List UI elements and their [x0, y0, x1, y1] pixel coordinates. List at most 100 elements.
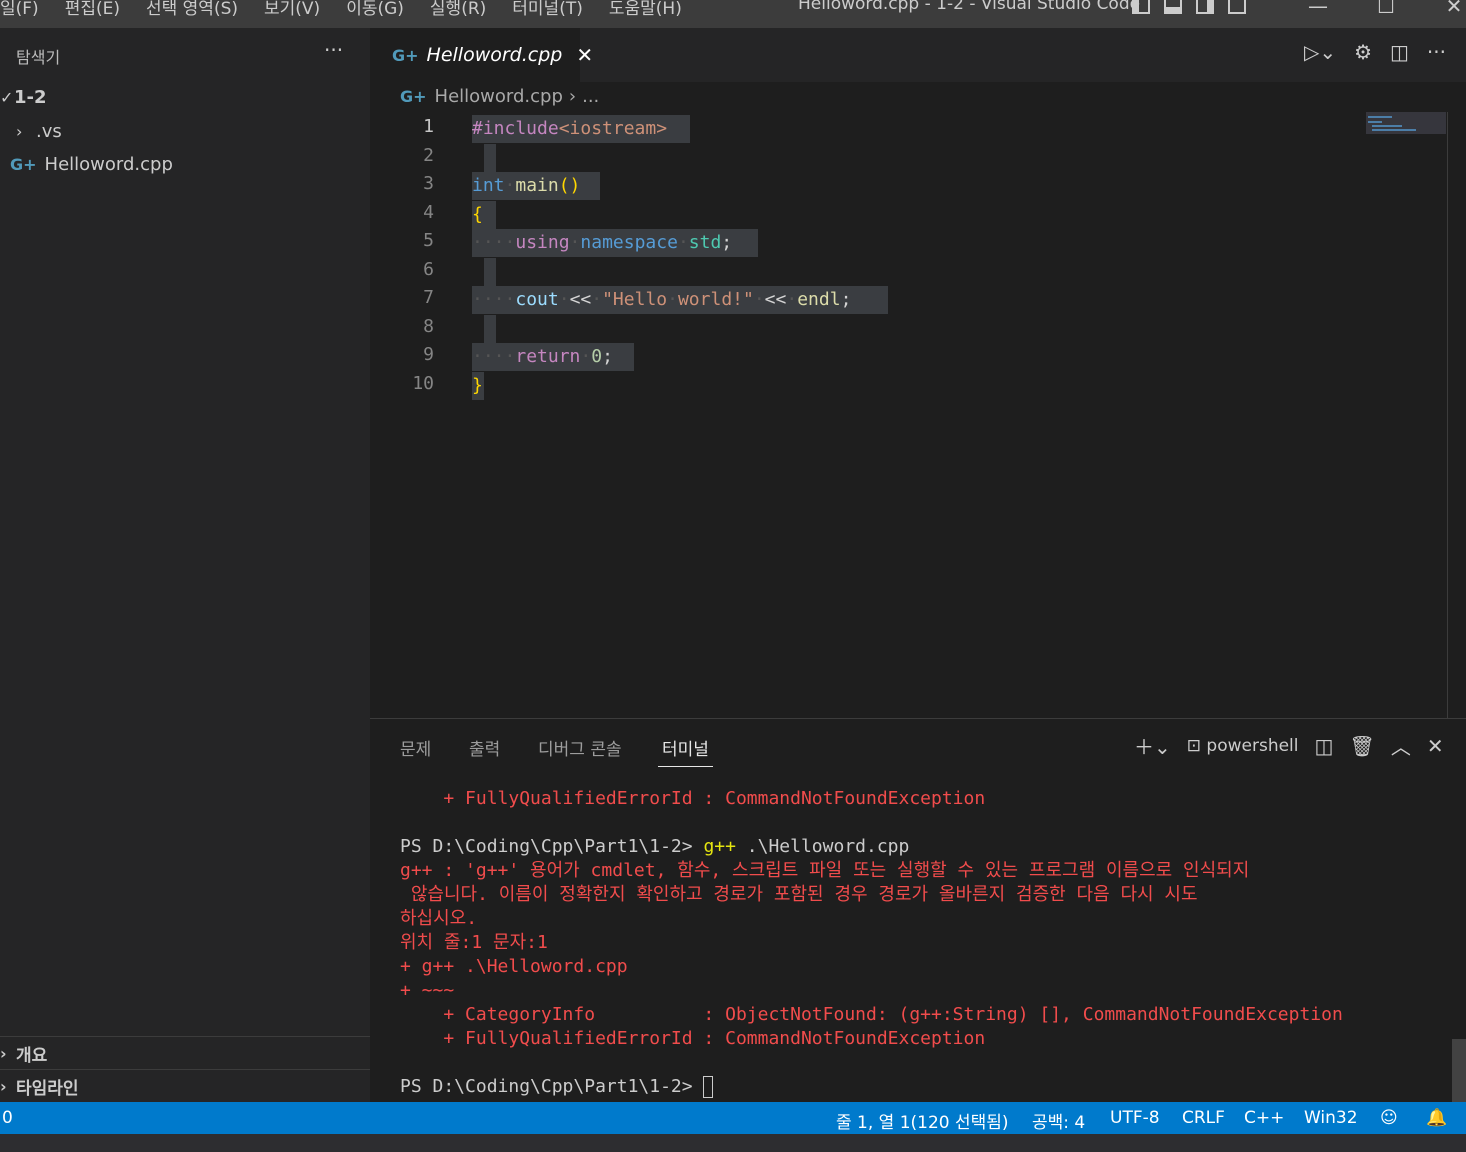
tree-item-vs[interactable]: › .vs — [16, 116, 62, 146]
status-position[interactable]: 줄 1, 열 1(120 선택됨) — [836, 1108, 1009, 1133]
selection-highlight — [484, 258, 496, 286]
menu-selection[interactable]: 선택 영역(S) — [146, 0, 238, 19]
maximize-panel-icon[interactable]: ︿ — [1391, 731, 1411, 760]
code-line-5: ····using·namespace·std; — [472, 232, 733, 253]
menu-go[interactable]: 이동(G) — [346, 0, 404, 19]
terminal-prompt-line: PS D:\Coding\Cpp\Part1\1-2> g++ .\Hellow… — [400, 836, 910, 857]
tab-close-button[interactable]: ✕ — [576, 43, 593, 67]
explorer-title: 탐색기 — [16, 48, 61, 67]
chevron-down-icon: ✓ — [0, 87, 14, 107]
toggle-panel-icon[interactable] — [1164, 0, 1182, 14]
customize-layout-icon[interactable] — [1228, 0, 1246, 14]
breadcrumb: G+ Helloword.cpp › ... — [400, 86, 599, 107]
cpp-file-icon: G+ — [400, 87, 427, 106]
terminal-line: + g++ .\Helloword.cpp — [400, 956, 628, 977]
terminal-scrollbar[interactable] — [1452, 1039, 1466, 1103]
status-eol[interactable]: CRLF — [1182, 1108, 1225, 1128]
folder-root[interactable]: ✓ 1-2 — [0, 82, 47, 112]
toggle-secondary-sidebar-icon[interactable] — [1196, 0, 1214, 14]
tab-terminal[interactable]: 터미널 — [658, 735, 713, 767]
menu-help[interactable]: 도움말(H) — [609, 0, 682, 19]
shell-name: powershell — [1206, 735, 1299, 756]
status-problems[interactable]: 0 — [2, 1108, 13, 1128]
code-line-3: int·main() — [472, 175, 581, 196]
bottom-panel: 문제 출력 디버그 콘솔 터미널 ＋⌄ ⊡ powershell ◫ 🗑 ︿ ✕… — [370, 718, 1466, 1103]
code-line-7: ····cout·<<·"Hello·world!"·<<·endl; — [472, 289, 852, 310]
notification-bell-icon[interactable]: 🔔 — [1426, 1108, 1447, 1128]
tab-problems[interactable]: 문제 — [400, 735, 431, 760]
menu-edit[interactable]: 편집(E) — [65, 0, 120, 19]
terminal-prompt-line[interactable]: PS D:\Coding\Cpp\Part1\1-2> — [400, 1075, 714, 1099]
chevron-right-icon: › — [0, 1043, 7, 1063]
editor-scrollbar[interactable] — [1447, 112, 1448, 718]
status-indentation[interactable]: 공백: 4 — [1032, 1108, 1085, 1133]
more-actions-button[interactable]: ··· — [324, 38, 343, 62]
line-number: 6 — [423, 259, 434, 280]
window-controls: — ☐ ✕ — [1284, 0, 1466, 20]
line-number: 1 — [423, 116, 434, 137]
line-number: 2 — [423, 145, 434, 166]
tree-item-helloword[interactable]: G+ Helloword.cpp — [10, 149, 173, 179]
close-panel-icon[interactable]: ✕ — [1427, 734, 1444, 758]
status-encoding[interactable]: UTF-8 — [1110, 1108, 1160, 1128]
breadcrumb-separator: › — [568, 86, 577, 107]
code-editor[interactable]: 1 2 3 4 5 6 7 8 9 10 #include<iostream> … — [370, 112, 1448, 718]
minimap[interactable] — [1366, 112, 1446, 134]
menu-terminal[interactable]: 터미널(T) — [512, 0, 583, 19]
maximize-button[interactable]: ☐ — [1352, 0, 1420, 20]
split-editor-icon[interactable]: ◫ — [1390, 40, 1409, 64]
breadcrumb-more[interactable]: ... — [582, 86, 599, 107]
split-terminal-icon[interactable]: ◫ — [1315, 734, 1334, 758]
terminal-line: 하십시오. — [400, 908, 478, 929]
terminal-cursor — [703, 1076, 714, 1098]
feedback-icon[interactable]: ☺ — [1380, 1108, 1398, 1128]
line-number: 9 — [423, 344, 434, 365]
terminal-line: + FullyQualifiedErrorId : CommandNotFoun… — [400, 788, 986, 809]
cpp-file-icon: G+ — [392, 45, 419, 65]
line-number: 3 — [423, 173, 434, 194]
title-bar: 일(F) 편집(E) 선택 영역(S) 보기(V) 이동(G) 실행(R) 터미… — [0, 0, 1466, 28]
line-number: 10 — [412, 373, 434, 394]
taskbar-strip — [0, 1134, 1466, 1152]
run-debug-icon[interactable]: ▷⌄ — [1304, 40, 1336, 64]
terminal-line: + FullyQualifiedErrorId : CommandNotFoun… — [400, 1028, 986, 1049]
menu-view[interactable]: 보기(V) — [264, 0, 320, 19]
terminal-line: 위치 줄:1 문자:1 — [400, 932, 548, 953]
outline-section[interactable]: › 개요 — [0, 1036, 370, 1069]
tab-output[interactable]: 출력 — [469, 735, 500, 760]
chevron-right-icon: › — [0, 1076, 7, 1096]
gear-icon[interactable]: ⚙ — [1354, 40, 1372, 64]
minimap-line — [1368, 121, 1382, 123]
editor-tab-bar: G+ Helloword.cpp ✕ ▷⌄ ⚙ ◫ ··· — [370, 28, 1466, 82]
terminal-icon: ⊡ — [1186, 735, 1202, 756]
selection-highlight — [484, 144, 496, 172]
terminal-line: 않습니다. 이름이 정확한지 확인하고 경로가 포함된 경우 경로가 올바른지 … — [400, 884, 1198, 905]
selection-highlight — [484, 315, 496, 343]
tab-debug-console[interactable]: 디버그 콘솔 — [538, 735, 622, 760]
more-icon[interactable]: ··· — [1427, 40, 1446, 64]
tree-item-label: Helloword.cpp — [44, 153, 173, 175]
timeline-label: 타임라인 — [16, 1078, 79, 1099]
tree-item-label: .vs — [36, 120, 62, 142]
status-platform[interactable]: Win32 — [1304, 1108, 1358, 1128]
tab-helloword[interactable]: G+ Helloword.cpp ✕ — [370, 28, 593, 82]
toggle-sidebar-icon[interactable] — [1132, 0, 1150, 14]
menu-file[interactable]: 일(F) — [0, 0, 39, 19]
status-language[interactable]: C++ — [1244, 1108, 1284, 1128]
trash-icon[interactable]: 🗑 — [1349, 734, 1374, 758]
minimize-button[interactable]: — — [1284, 0, 1352, 20]
close-window-button[interactable]: ✕ — [1420, 0, 1466, 20]
cpp-file-icon: G+ — [10, 154, 37, 174]
menu-bar: 일(F) 편집(E) 선택 영역(S) 보기(V) 이동(G) 실행(R) 터미… — [0, 0, 708, 20]
line-number: 5 — [423, 230, 434, 251]
menu-run[interactable]: 실행(R) — [430, 0, 486, 19]
new-terminal-icon[interactable]: ＋⌄ — [1134, 731, 1171, 760]
status-bar: 0 줄 1, 열 1(120 선택됨) 공백: 4 UTF-8 CRLF C++… — [0, 1102, 1466, 1134]
breadcrumb-file[interactable]: Helloword.cpp — [435, 86, 563, 107]
timeline-section[interactable]: › 타임라인 — [0, 1069, 370, 1102]
panel-actions: ＋⌄ ⊡ powershell ◫ 🗑 ︿ ✕ — [1134, 731, 1444, 760]
editor-actions: ▷⌄ ⚙ ◫ ··· — [1304, 40, 1446, 64]
terminal-selector[interactable]: ⊡ powershell — [1187, 736, 1299, 756]
tab-label: Helloword.cpp — [426, 44, 563, 66]
code-line-10: } — [472, 375, 483, 396]
